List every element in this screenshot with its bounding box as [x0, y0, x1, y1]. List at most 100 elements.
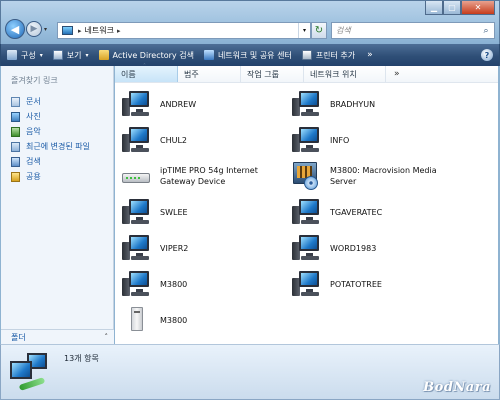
network-item-iptime-gateway[interactable]: ipTIME PRO 54g Internet Gateway Device	[121, 162, 258, 190]
chevron-down-icon: ▾	[39, 51, 43, 59]
favorite-link-label: 음악	[26, 127, 41, 136]
network-item-bradhyun[interactable]: BRADHYUN	[291, 90, 375, 118]
network-item-word1983[interactable]: WORD1983	[291, 234, 376, 262]
search-icon[interactable]: ⌕	[478, 23, 494, 38]
address-dropdown[interactable]: ▾	[298, 23, 310, 38]
column-header-name[interactable]: ˄ 이름	[115, 63, 178, 82]
organize-label: 구성	[21, 50, 36, 60]
favorite-link-music[interactable]: 음악	[1, 124, 113, 139]
printer-icon	[301, 50, 312, 60]
organize-button[interactable]: 구성 ▾	[7, 50, 43, 61]
searches-icon	[11, 156, 20, 167]
network-item-m3800[interactable]: M3800	[121, 270, 187, 298]
favorite-link-label: 검색	[26, 157, 41, 166]
sort-ascending-icon: ˄	[143, 63, 146, 70]
maximize-button[interactable]: ▢	[443, 1, 461, 15]
views-button[interactable]: 보기 ▾	[52, 50, 89, 61]
window-controls: ▁ ▢ ✕	[425, 1, 495, 15]
favorite-link-documents[interactable]: 문서	[1, 94, 113, 109]
media-server-icon	[291, 161, 321, 191]
network-item-label: SWLEE	[160, 207, 188, 217]
details-pane: 13개 항목 BodNara	[0, 344, 500, 400]
add-printer-button[interactable]: 프린터 추가	[301, 50, 356, 61]
network-item-label: POTATOTREE	[330, 279, 382, 289]
network-item-label: BRADHYUN	[330, 99, 376, 109]
network-item-m3800-media-server[interactable]: M3800: Macrovision Media Server	[291, 161, 437, 191]
search-input[interactable]: 검색 ⌕	[331, 22, 495, 39]
favorite-link-recent[interactable]: 최근에 변경된 파일	[1, 139, 113, 154]
chevron-down-icon: ▾	[85, 51, 89, 59]
network-item-chul2[interactable]: CHUL2	[121, 126, 187, 154]
close-button[interactable]: ✕	[461, 1, 495, 15]
chevron-up-icon: ˄	[104, 333, 109, 341]
navigation-buttons: ◀ ▶ ▾	[5, 19, 47, 39]
router-icon	[121, 162, 151, 190]
computer-icon	[121, 270, 151, 298]
breadcrumb-separator[interactable]: ▸	[78, 27, 82, 35]
network-item-label-line2: Gateway Device	[160, 177, 226, 186]
computer-icon	[121, 126, 151, 154]
favorite-link-searches[interactable]: 검색	[1, 154, 113, 169]
folders-toggle[interactable]: 폴더 ˄	[1, 329, 114, 344]
active-directory-search-button[interactable]: Active Directory 검색	[98, 50, 194, 61]
network-item-info[interactable]: INFO	[291, 126, 349, 154]
computer-icon	[291, 90, 321, 118]
column-header-workgroup[interactable]: 작업 그룹	[241, 66, 304, 82]
network-sharing-center-button[interactable]: 네트워크 및 공유 센터	[203, 50, 292, 61]
network-item-label-line1: M3800: Macrovision Media	[330, 166, 437, 175]
network-item-label: WORD1983	[330, 243, 377, 253]
favorite-link-label: 문서	[26, 97, 41, 106]
network-item-label: VIPER2	[160, 243, 189, 253]
recent-pages-dropdown[interactable]: ▾	[44, 26, 47, 33]
music-icon	[11, 126, 20, 137]
recent-icon	[11, 141, 20, 152]
views-icon	[52, 50, 63, 60]
network-item-label: INFO	[330, 135, 350, 145]
public-icon	[11, 171, 20, 182]
network-icon	[7, 351, 51, 393]
network-item-m3800-device[interactable]: M3800	[121, 306, 187, 334]
network-item-label-line2: Server	[330, 177, 357, 186]
favorite-link-label: 최근에 변경된 파일	[26, 142, 90, 151]
favorite-link-pictures[interactable]: 사진	[1, 109, 113, 124]
network-item-label-line1: ipTIME PRO 54g Internet	[160, 166, 258, 175]
network-item-potatotree[interactable]: POTATOTREE	[291, 270, 382, 298]
favorite-links-title: 즐겨찾기 링크	[11, 76, 58, 85]
favorite-link-public[interactable]: 공용	[1, 169, 113, 184]
more-commands-button[interactable]: »	[367, 50, 373, 60]
search-placeholder: 검색	[336, 26, 351, 35]
help-icon[interactable]: ?	[481, 49, 493, 61]
computer-icon	[291, 234, 321, 262]
watermark-logo: BodNara	[423, 380, 491, 395]
column-header-category[interactable]: 범주	[178, 66, 241, 82]
column-header-label: 작업 그룹	[247, 69, 279, 79]
computer-icon	[121, 198, 151, 226]
breadcrumb-separator[interactable]: ▸	[117, 27, 121, 35]
network-item-label: ANDREW	[160, 99, 197, 109]
address-bar[interactable]: ▸ 네트워크 ▸ ▾	[57, 22, 311, 39]
organize-icon	[7, 50, 17, 60]
network-item-viper2[interactable]: VIPER2	[121, 234, 188, 262]
back-button[interactable]: ◀	[5, 19, 25, 39]
minimize-button[interactable]: ▁	[425, 1, 443, 15]
more-columns-button[interactable]: »	[386, 69, 400, 79]
add-printer-label: 프린터 추가	[315, 50, 356, 60]
network-item-swlee[interactable]: SWLEE	[121, 198, 188, 226]
navigation-pane: 즐겨찾기 링크 문서 사진 음악 최근에 변경된 파일 검색 공용	[1, 66, 114, 344]
forward-button[interactable]: ▶	[26, 21, 42, 37]
network-sharing-icon	[203, 50, 214, 60]
network-items-view: ˄ 이름 범주 작업 그룹 네트워크 위치 » ANDREW BRADHYUN …	[115, 63, 498, 344]
item-count: 13개 항목	[64, 354, 99, 363]
network-item-tgaveratec[interactable]: TGAVERATEC	[291, 198, 382, 226]
breadcrumb-network[interactable]: 네트워크	[85, 25, 114, 36]
column-header-network-location[interactable]: 네트워크 위치	[304, 66, 386, 82]
network-item-label: M3800	[160, 279, 188, 289]
column-header-label: 범주	[184, 69, 199, 79]
network-item-andrew[interactable]: ANDREW	[121, 90, 196, 118]
favorite-link-label: 사진	[26, 112, 41, 121]
favorite-links-list: 문서 사진 음악 최근에 변경된 파일 검색 공용	[1, 94, 113, 184]
network-item-label: M3800: Macrovision Media Server	[330, 165, 437, 187]
title-bar: ▁ ▢ ✕ ◀ ▶ ▾ ▸ 네트워크 ▸ ▾ ↻ 검색 ⌕	[0, 0, 500, 44]
refresh-button[interactable]: ↻	[311, 22, 327, 39]
column-headers: ˄ 이름 범주 작업 그룹 네트워크 위치 »	[115, 63, 498, 83]
